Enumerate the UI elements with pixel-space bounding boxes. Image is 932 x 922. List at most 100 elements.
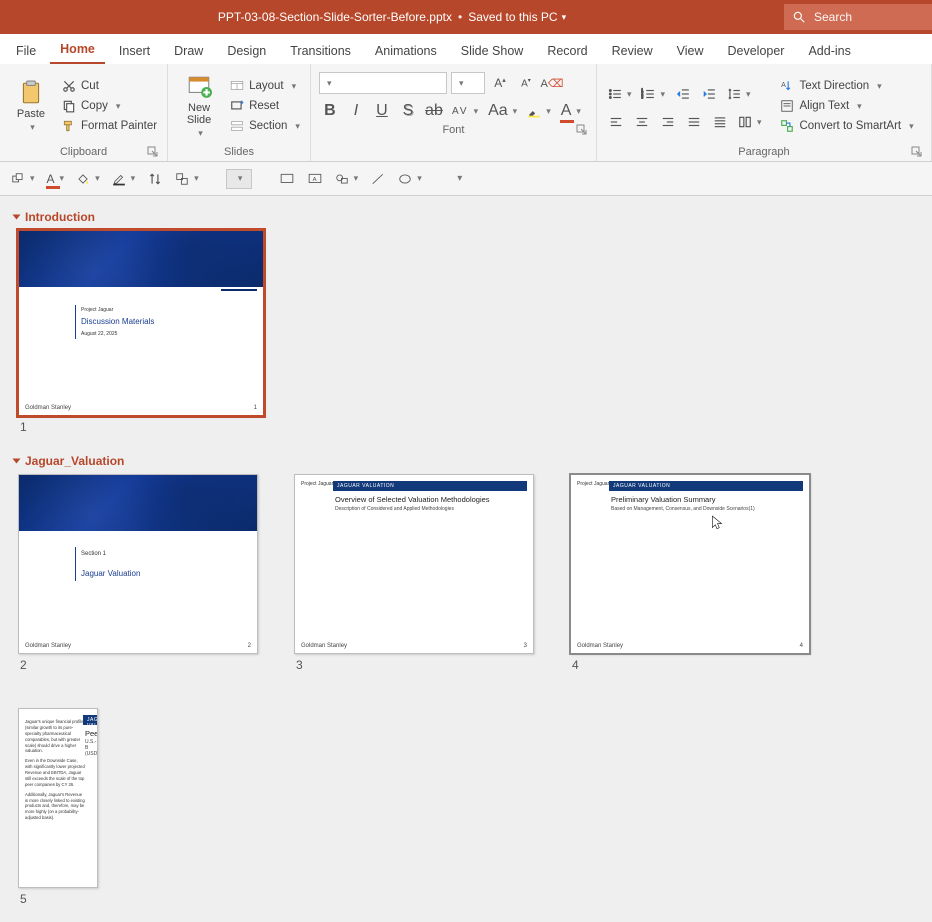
align-center-button[interactable] xyxy=(631,111,653,133)
align-center-icon xyxy=(635,115,649,129)
font-color-qat[interactable]: A xyxy=(44,168,68,190)
ribbon-tabs: File Home Insert Draw Design Transitions… xyxy=(0,34,932,64)
bold-button[interactable]: B xyxy=(319,100,341,122)
font-color-button[interactable]: A xyxy=(558,100,584,122)
tab-insert[interactable]: Insert xyxy=(109,38,160,64)
search-box[interactable]: Search xyxy=(784,4,932,30)
format-painter-button[interactable]: Format Painter xyxy=(60,117,159,135)
italic-button[interactable]: I xyxy=(345,100,367,122)
slide-2-canvas[interactable]: Section 1 Jaguar Valuation Goldman Stanl… xyxy=(18,474,258,654)
justify-button[interactable] xyxy=(683,111,705,133)
distribute-button[interactable] xyxy=(709,111,731,133)
slide-thumb-1[interactable]: Project Jaguar Discussion Materials Augu… xyxy=(18,230,264,434)
shadow-button[interactable]: S xyxy=(397,100,419,122)
layout-button[interactable]: Layout xyxy=(228,77,302,95)
tab-transitions[interactable]: Transitions xyxy=(280,38,361,64)
arrange-button[interactable] xyxy=(8,168,38,190)
outline-color-qat[interactable] xyxy=(109,168,139,190)
cut-button[interactable]: Cut xyxy=(60,77,159,95)
spacing-icon: AV xyxy=(452,106,469,117)
bucket-icon xyxy=(76,172,90,186)
slide-thumb-3[interactable]: Project Jaguar JAGUAR VALUATION Overview… xyxy=(294,474,534,672)
tab-home[interactable]: Home xyxy=(50,36,105,64)
layout-icon xyxy=(230,79,244,93)
group-clipboard: Paste Cut Copy Format Painter Clipboard xyxy=(0,64,168,161)
slide-5-canvas[interactable]: Project Jaguar JAGUAR VALUATION Pee U.S.… xyxy=(18,708,98,888)
tab-draw[interactable]: Draw xyxy=(164,38,213,64)
indent-icon xyxy=(702,87,716,101)
increase-indent-button[interactable] xyxy=(698,83,720,105)
insert-shape-qat[interactable] xyxy=(332,168,362,190)
font-name-combo[interactable] xyxy=(319,72,447,94)
tab-slide-show[interactable]: Slide Show xyxy=(451,38,534,64)
tab-file[interactable]: File xyxy=(6,38,46,64)
align-right-icon xyxy=(661,115,675,129)
slide-1-canvas[interactable]: Project Jaguar Discussion Materials Augu… xyxy=(18,230,264,416)
paste-button[interactable]: Paste xyxy=(8,68,54,144)
section-header-introduction[interactable]: Introduction xyxy=(14,210,922,224)
slide-number: 5 xyxy=(20,892,98,906)
change-case-button[interactable]: Aa xyxy=(485,100,520,122)
tab-animations[interactable]: Animations xyxy=(365,38,447,64)
slide-sorter-view[interactable]: Introduction Project Jaguar Discussion M… xyxy=(0,196,932,922)
new-slide-button[interactable]: New Slide xyxy=(176,68,222,144)
oval-icon xyxy=(398,172,412,186)
svg-text:A: A xyxy=(782,82,787,89)
decrease-indent-button[interactable] xyxy=(672,83,694,105)
fill-color-qat[interactable] xyxy=(73,168,103,190)
tab-record[interactable]: Record xyxy=(537,38,597,64)
copy-button[interactable]: Copy xyxy=(60,97,159,115)
slide-thumb-4[interactable]: Project Jaguar JAGUAR VALUATION Prelimin… xyxy=(570,474,810,672)
slide-3-canvas[interactable]: Project Jaguar JAGUAR VALUATION Overview… xyxy=(294,474,534,654)
clear-formatting-button[interactable]: A⌫ xyxy=(541,72,563,94)
insert-oval[interactable] xyxy=(395,168,425,190)
shape-fill-swatch[interactable] xyxy=(226,169,252,189)
text-direction-button[interactable]: A Text Direction xyxy=(778,77,915,95)
section-button[interactable]: Section xyxy=(228,117,302,135)
svg-text:A: A xyxy=(312,176,316,182)
group-qat[interactable] xyxy=(172,168,202,190)
title-bar: PPT-03-08-Section-Slide-Sorter-Before.pp… xyxy=(0,0,932,34)
tab-design[interactable]: Design xyxy=(217,38,276,64)
align-right-button[interactable] xyxy=(657,111,679,133)
font-size-combo[interactable] xyxy=(451,72,485,94)
highlight-button[interactable] xyxy=(524,100,554,122)
sort-button[interactable] xyxy=(144,168,166,190)
character-spacing-button[interactable]: AV xyxy=(449,100,481,122)
dialog-launcher-icon[interactable] xyxy=(911,146,923,158)
section-header-valuation[interactable]: Jaguar_Valuation xyxy=(14,454,922,468)
group-icon xyxy=(175,172,189,186)
bullets-button[interactable] xyxy=(605,83,635,105)
text-shadow-icon: S xyxy=(403,102,414,120)
tab-view[interactable]: View xyxy=(667,38,714,64)
save-status[interactable]: Saved to this PC ▾ xyxy=(468,10,566,24)
strikethrough-button[interactable]: ab xyxy=(423,100,445,122)
insert-rectangle[interactable] xyxy=(276,168,298,190)
insert-line[interactable] xyxy=(367,168,389,190)
numbering-button[interactable]: 123 xyxy=(638,83,668,105)
customize-qat[interactable]: ▾ xyxy=(449,168,471,190)
decrease-font-button[interactable]: A▾ xyxy=(515,72,537,94)
convert-smartart-button[interactable]: Convert to SmartArt xyxy=(778,117,915,135)
slide-number: 1 xyxy=(20,420,264,434)
tab-review[interactable]: Review xyxy=(602,38,663,64)
slide-thumb-2[interactable]: Section 1 Jaguar Valuation Goldman Stanl… xyxy=(18,474,258,672)
pen-icon xyxy=(112,172,126,186)
dialog-launcher-icon[interactable] xyxy=(576,124,588,136)
increase-font-button[interactable]: A▴ xyxy=(489,72,511,94)
paintbrush-icon xyxy=(62,119,76,133)
underline-button[interactable]: U xyxy=(371,100,393,122)
align-left-button[interactable] xyxy=(605,111,627,133)
slide-thumb-5[interactable]: Project Jaguar JAGUAR VALUATION Pee U.S.… xyxy=(18,708,98,906)
slide-4-canvas[interactable]: Project Jaguar JAGUAR VALUATION Prelimin… xyxy=(570,474,810,654)
strikethrough-icon: ab xyxy=(425,102,443,120)
tab-add-ins[interactable]: Add-ins xyxy=(798,38,860,64)
reset-button[interactable]: Reset xyxy=(228,97,302,115)
group-label-clipboard: Clipboard xyxy=(60,146,107,158)
tab-developer[interactable]: Developer xyxy=(717,38,794,64)
insert-textbox[interactable]: A xyxy=(304,168,326,190)
align-text-button[interactable]: Align Text xyxy=(778,97,915,115)
dialog-launcher-icon[interactable] xyxy=(147,146,159,158)
columns-button[interactable] xyxy=(735,111,765,133)
line-spacing-button[interactable] xyxy=(724,83,754,105)
